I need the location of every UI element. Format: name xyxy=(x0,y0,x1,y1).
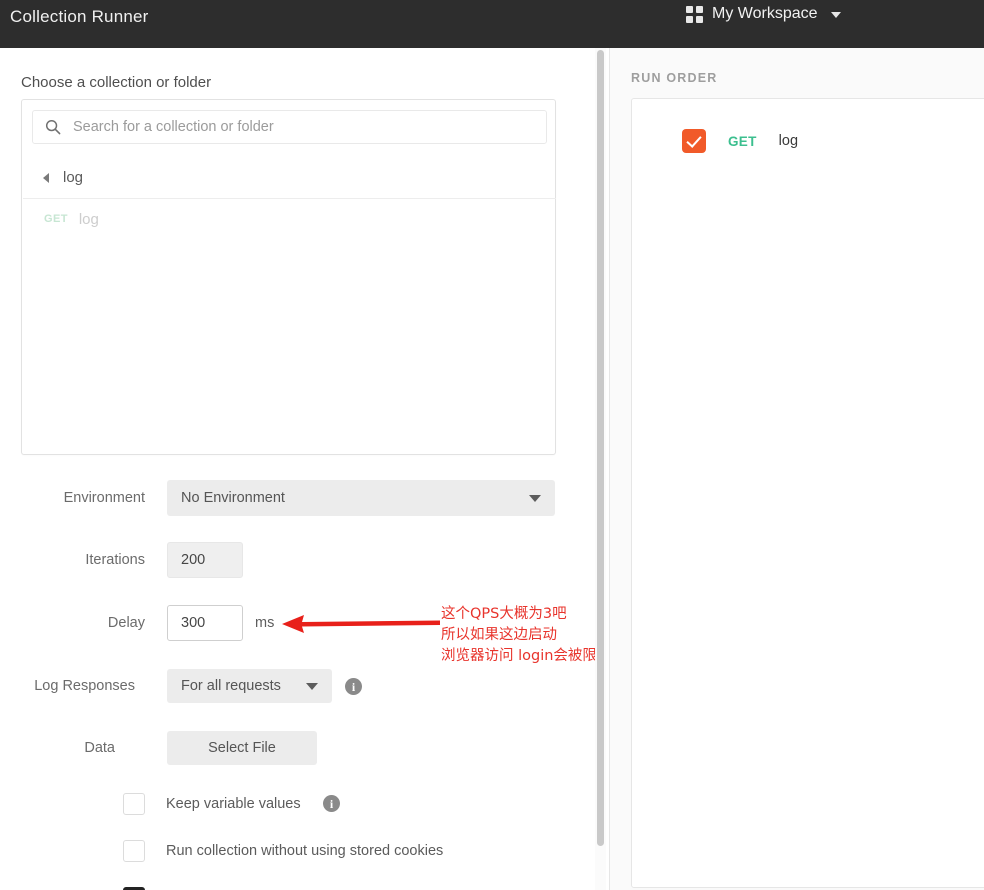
run-order-title: RUN ORDER xyxy=(631,71,718,85)
workspace-name: My Workspace xyxy=(712,5,818,22)
table-row[interactable]: GET log xyxy=(632,121,984,161)
select-file-button[interactable]: Select File xyxy=(167,731,317,765)
run-without-cookies-label: Run collection without using stored cook… xyxy=(166,843,444,859)
run-item-name: log xyxy=(778,133,799,149)
iterations-label: Iterations xyxy=(85,552,145,568)
info-icon[interactable]: i xyxy=(345,678,362,695)
delay-label: Delay xyxy=(107,615,145,631)
chevron-down-icon xyxy=(830,12,841,18)
breadcrumb-label: log xyxy=(63,169,84,186)
annotation-line-3: 浏览器访问 login会被限流 xyxy=(441,648,597,664)
iterations-input[interactable] xyxy=(167,542,243,578)
environment-label: Environment xyxy=(63,490,145,506)
log-responses-label: Log Responses xyxy=(34,678,135,694)
log-responses-value: For all requests xyxy=(181,678,281,694)
vertical-scrollbar-track[interactable] xyxy=(595,48,606,890)
delay-unit-label: ms xyxy=(255,615,275,631)
choose-collection-label: Choose a collection or folder xyxy=(21,74,212,91)
workspace-switcher[interactable]: My Workspace xyxy=(686,5,841,23)
request-method: GET xyxy=(44,213,68,225)
chevron-down-icon xyxy=(306,683,318,690)
breadcrumb[interactable]: log xyxy=(23,157,556,199)
back-triangle-icon xyxy=(43,172,49,183)
environment-value: No Environment xyxy=(181,490,285,506)
keep-variable-values-label: Keep variable values xyxy=(166,796,301,812)
request-name: log xyxy=(78,210,99,228)
search-input[interactable] xyxy=(71,118,511,136)
run-order-pane: RUN ORDER GET log xyxy=(610,48,984,890)
chevron-down-icon xyxy=(529,495,541,502)
run-item-checkbox[interactable] xyxy=(682,129,706,153)
annotation-text: 这个QPS大概为3吧 所以如果这边启动 浏览器访问 login会被限流 xyxy=(441,604,597,667)
search-icon xyxy=(45,119,61,135)
run-without-cookies-checkbox[interactable] xyxy=(123,840,145,862)
grid-icon xyxy=(686,5,703,23)
delay-input[interactable] xyxy=(167,605,243,641)
environment-select[interactable]: No Environment xyxy=(167,480,555,516)
info-icon[interactable]: i xyxy=(323,795,340,812)
collection-runner-window: Collection Runner My Workspace Choose a … xyxy=(0,0,984,890)
run-order-list: GET log xyxy=(631,98,984,888)
run-item-method: GET xyxy=(728,133,757,149)
log-responses-select[interactable]: For all requests xyxy=(167,669,332,703)
page-title: Collection Runner xyxy=(10,7,149,26)
left-arrow-annotation xyxy=(282,615,440,633)
annotation-line-2: 所以如果这边启动 xyxy=(441,627,557,643)
search-box[interactable] xyxy=(32,110,547,144)
annotation-line-1: 这个QPS大概为3吧 xyxy=(441,606,567,622)
collection-chooser-panel: log GET log xyxy=(21,99,556,455)
title-bar: Collection Runner My Workspace xyxy=(0,0,984,48)
vertical-scrollbar-thumb[interactable] xyxy=(597,50,604,846)
keep-variable-values-checkbox[interactable] xyxy=(123,793,145,815)
runner-config-pane: Choose a collection or folder log GET lo… xyxy=(0,48,597,890)
data-label: Data xyxy=(84,740,115,756)
list-item[interactable]: GET log xyxy=(23,200,556,238)
